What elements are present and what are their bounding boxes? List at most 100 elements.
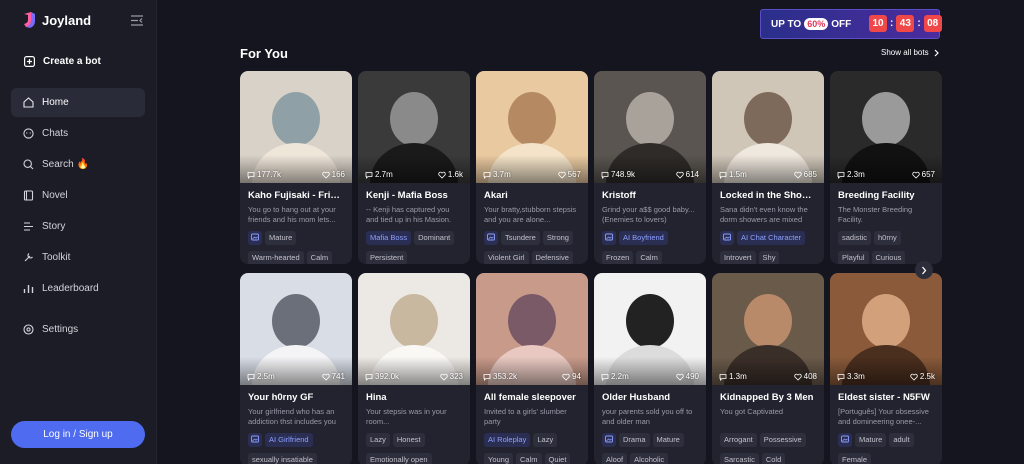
show-all-bots-link[interactable]: Show all bots — [881, 48, 939, 57]
image-tag — [602, 433, 616, 447]
bot-tag: Shy — [758, 251, 780, 264]
bot-row: 2.5m 741 Your h0rny GF Your girlfriend w… — [240, 273, 942, 464]
sidebar-item-story[interactable]: Story — [11, 212, 145, 241]
bot-tags: AI Boyfriend Frozen Calm — [602, 231, 698, 264]
bot-tags: AI Chat Character Introvert Shy — [720, 231, 816, 264]
like-count: 657 — [911, 170, 935, 179]
bot-card[interactable]: 2.5m 741 Your h0rny GF Your girlfriend w… — [240, 273, 352, 464]
like-count: 94 — [562, 372, 581, 381]
sidebar-item-label: Search 🔥 — [42, 159, 89, 170]
bot-tag: Calm — [516, 453, 542, 464]
heart-icon — [321, 373, 330, 381]
bot-card[interactable]: 1.3m 408 Kidnapped By 3 Men You got Capt… — [712, 273, 824, 464]
view-count: 3.3m — [837, 372, 865, 381]
sidebar-item-leaderboard[interactable]: Leaderboard — [11, 274, 145, 303]
bot-tag: AI Roleplay — [484, 433, 531, 447]
like-count: 323 — [439, 372, 463, 381]
sidebar-item-label: Home — [42, 97, 69, 108]
bot-card[interactable]: 2.7m 1.6k Kenji - Mafia Boss -- Kenji ha… — [358, 71, 470, 264]
like-count-value: 408 — [803, 372, 817, 381]
chat-bubble-icon — [719, 373, 727, 381]
sidebar-item-novel[interactable]: Novel — [11, 181, 145, 210]
bot-card-body: Kaho Fujisaki - Frien... You go to hang … — [240, 183, 352, 264]
bot-tags: Mafia Boss Dominant Persistent — [366, 231, 462, 264]
sidebar-item-chats[interactable]: Chats — [11, 119, 145, 148]
bot-thumbnail-wrap: 1.5m 685 — [712, 71, 824, 183]
bot-thumbnail-wrap: 177.7k 166 — [240, 71, 352, 183]
bot-tag: Honest — [392, 433, 425, 447]
plus-square-icon — [24, 56, 35, 67]
bot-card[interactable]: 2.3m 657 Breeding Facility The Monster B… — [830, 71, 942, 264]
bot-thumbnail — [358, 273, 470, 385]
bot-thumbnail — [712, 273, 824, 385]
image-tag — [248, 433, 262, 447]
bot-title: Older Husband — [602, 392, 671, 403]
bot-tag: Alcoholic — [630, 453, 669, 464]
like-count-value: 741 — [331, 372, 345, 381]
bot-thumbnail-wrap: 2.3m 657 — [830, 71, 942, 183]
bot-tag: Dominant — [414, 231, 455, 245]
bot-tag: Persistent — [366, 251, 408, 264]
like-count-value: 614 — [685, 170, 699, 179]
bot-card[interactable]: 177.7k 166 Kaho Fujisaki - Frien... You … — [240, 71, 352, 264]
heart-icon — [793, 373, 802, 381]
bot-tag: adult — [889, 433, 914, 447]
chevron-right-icon — [922, 266, 927, 274]
view-count-value: 3.3m — [847, 372, 865, 381]
bot-card[interactable]: 392.0k 323 Hina Your stepsis was in your… — [358, 273, 470, 464]
bot-tag: Possessive — [759, 433, 806, 447]
promo-banner[interactable]: UP TO 60% OFF 10 : 43 : 08 — [760, 9, 942, 39]
bot-card-body: Your h0rny GF Your girlfriend who has an… — [240, 385, 352, 464]
like-count-value: 2.5k — [919, 372, 935, 381]
joyland-logo-icon — [24, 12, 35, 28]
bot-tag: sadistic — [838, 231, 872, 245]
sidebar-item-search[interactable]: Search 🔥 — [11, 150, 145, 179]
brand[interactable]: Joyland — [22, 12, 91, 28]
bot-card[interactable]: 3.3m 2.5k Eldest sister - N5FW [Portuguê… — [830, 273, 942, 464]
bot-thumbnail-wrap: 3.7m 567 — [476, 71, 588, 183]
view-count-value: 2.7m — [375, 170, 393, 179]
bot-card[interactable]: 3.7m 567 Akari Your bratty,stubborn step… — [476, 71, 588, 264]
sidebar-item-toolkit[interactable]: Toolkit — [11, 243, 145, 272]
login-signup-button[interactable]: Log in / Sign up — [11, 421, 145, 448]
bot-tag: Lazy — [533, 433, 558, 447]
image-icon — [723, 233, 731, 241]
bot-thumbnail — [476, 71, 588, 183]
bot-title: Kidnapped By 3 Men — [720, 392, 814, 403]
collapse-sidebar-icon[interactable] — [131, 15, 143, 26]
create-bot-label: Create a bot — [43, 56, 101, 67]
bot-tag: Drama — [619, 433, 650, 447]
like-count-value: 94 — [572, 372, 581, 381]
heart-icon — [321, 171, 330, 179]
view-count-value: 2.5m — [257, 372, 275, 381]
timer-separator: : — [917, 18, 921, 29]
sidebar-item-settings[interactable]: Settings — [11, 315, 145, 344]
sidebar-item-label: Story — [42, 221, 66, 232]
scroll-right-button[interactable] — [915, 261, 933, 279]
chevron-right-icon — [934, 49, 939, 56]
image-tag — [838, 433, 852, 447]
like-count: 685 — [793, 170, 817, 179]
view-count: 748.9k — [601, 170, 635, 179]
sidebar-item-home[interactable]: Home — [11, 88, 145, 117]
like-count: 2.5k — [910, 372, 935, 381]
section-title: For You — [240, 46, 288, 61]
bot-card[interactable]: 353.2k 94 All female sleepover Invited t… — [476, 273, 588, 464]
search-icon — [23, 159, 34, 170]
toolkit-icon — [24, 253, 33, 262]
image-tag — [602, 231, 616, 245]
bot-tag: AI Chat Character — [737, 231, 806, 245]
sidebar-item-label: Novel — [42, 190, 68, 201]
countdown-timer: 10 : 43 : 08 — [869, 15, 942, 32]
bot-tags: AI Girlfriend sexually insatiable — [248, 433, 344, 464]
create-bot-button[interactable]: Create a bot — [24, 56, 101, 67]
bot-card[interactable]: 748.9k 614 Kristoff Grind your a$$ good … — [594, 71, 706, 264]
bot-tag: Warm-hearted — [248, 251, 304, 264]
bot-card[interactable]: 1.5m 685 Locked in the Shower Sana didn'… — [712, 71, 824, 264]
heart-icon — [911, 171, 920, 179]
timer-minutes: 43 — [896, 15, 915, 32]
bot-card[interactable]: 2.2m 490 Older Husband your parents sold… — [594, 273, 706, 464]
bot-description: Invited to a girls' slumber party — [484, 407, 567, 426]
bot-tag: sexually insatiable — [248, 453, 317, 464]
bot-tag: AI Girlfriend — [265, 433, 313, 447]
